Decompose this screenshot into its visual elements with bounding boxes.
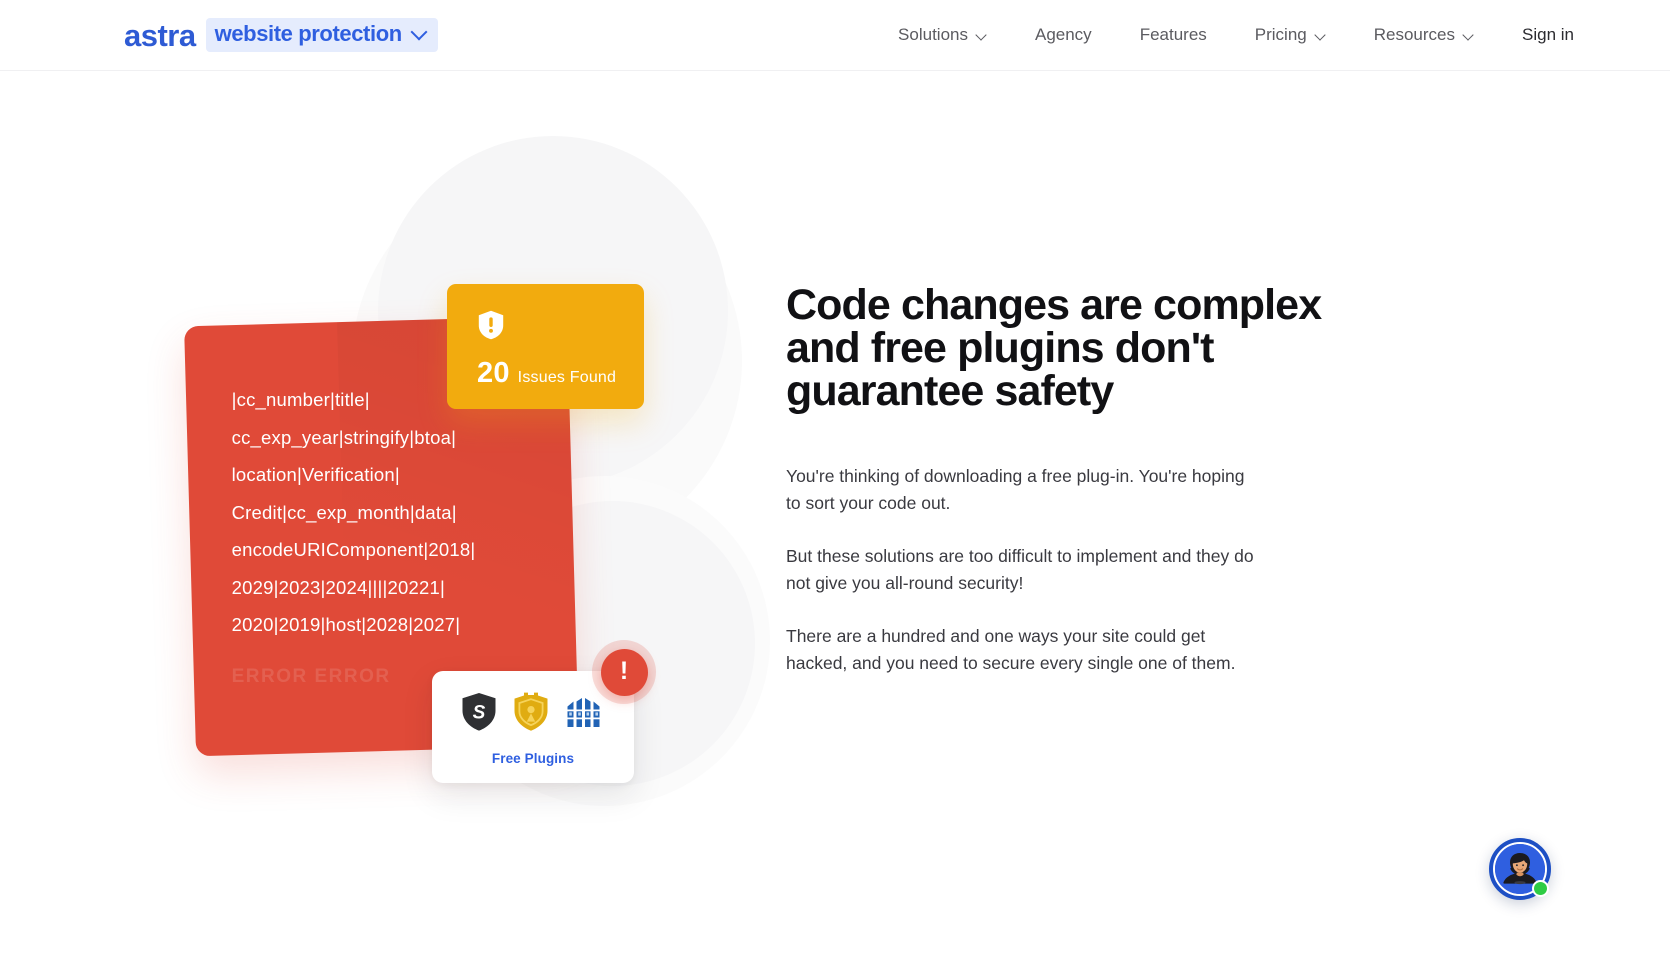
nav-label: Sign in: [1522, 25, 1574, 44]
code-line: location|Verification|: [231, 464, 400, 486]
issues-found-card: 20 Issues Found: [447, 284, 644, 409]
page-title: Code changes are complex and free plugin…: [786, 284, 1346, 413]
nav-label: Solutions: [898, 25, 968, 44]
body-paragraph: But these solutions are too difficult to…: [786, 546, 1254, 593]
brand-pill-label: website protection: [214, 21, 403, 46]
nav-item-agency[interactable]: Agency: [1035, 19, 1092, 51]
code-line: cc_exp_year|stringify|btoa|: [231, 426, 457, 448]
main-navigation: Solutions Agency Features Pricing Resour…: [898, 19, 1574, 51]
body-paragraph: You're thinking of downloading a free pl…: [786, 466, 1245, 513]
body-paragraph: There are a hundred and one ways your si…: [786, 626, 1236, 673]
code-lines: |cc_number|title| cc_exp_year|stringify|…: [232, 381, 569, 695]
shield-alert-icon: [478, 310, 504, 340]
chevron-down-icon: [1315, 30, 1326, 41]
code-line: 2020|2019|host|2028|2027|: [231, 614, 461, 636]
hero-section: |cc_number|title| cc_exp_year|stringify|…: [0, 71, 1670, 970]
nav-label: Pricing: [1254, 25, 1307, 44]
alert-glyph: !: [619, 656, 629, 685]
nav-item-sign-in[interactable]: Sign in: [1522, 19, 1574, 51]
heading-line: and free plugins don't: [786, 324, 1214, 372]
nav-label: Resources: [1373, 25, 1456, 44]
code-line: Credit|cc_exp_month|data|: [231, 501, 457, 523]
heading-line: Code changes are complex: [786, 281, 1322, 329]
chevron-down-icon: [1463, 30, 1474, 41]
code-line: 2029|2023|2024||||20221|: [231, 576, 445, 598]
ninja-firewall-icon: [567, 698, 600, 727]
svg-text:S: S: [473, 703, 486, 724]
nav-label: Agency: [1034, 25, 1092, 44]
free-plugins-label: Free Plugins: [491, 751, 575, 766]
nav-item-features[interactable]: Features: [1140, 19, 1207, 51]
nav-label: Features: [1139, 25, 1207, 44]
nav-item-resources[interactable]: Resources: [1374, 19, 1474, 51]
hero-copy: Code changes are complex and free plugin…: [786, 284, 1346, 677]
wordfence-shield-icon: [514, 692, 548, 731]
sucuri-shield-icon: S: [462, 693, 496, 731]
plugin-icon-row: S: [432, 692, 634, 732]
brand-astra-text: astra: [124, 17, 196, 53]
heading-line: guarantee safety: [786, 367, 1114, 415]
online-status-dot: [1532, 880, 1549, 897]
site-header: astra website protection Solutions Agenc…: [0, 0, 1670, 71]
nav-item-solutions[interactable]: Solutions: [898, 19, 987, 51]
alert-exclamation-icon: !: [600, 648, 648, 696]
hero-body-copy: You're thinking of downloading a free pl…: [786, 463, 1346, 677]
support-chat-button[interactable]: [1489, 838, 1551, 900]
nav-item-pricing[interactable]: Pricing: [1255, 19, 1326, 51]
issues-count: 20: [477, 357, 510, 389]
issues-label: Issues Found: [517, 369, 617, 386]
brand-product-pill[interactable]: website protection: [205, 18, 438, 52]
chevron-down-icon: [976, 30, 987, 41]
alert-badge: !: [592, 640, 656, 704]
code-line: encodeURIComponent|2018|: [231, 539, 476, 561]
chevron-down-icon: [411, 26, 427, 42]
issues-count-row: 20 Issues Found: [477, 359, 616, 388]
brand-logo[interactable]: astra website protection: [124, 18, 438, 52]
